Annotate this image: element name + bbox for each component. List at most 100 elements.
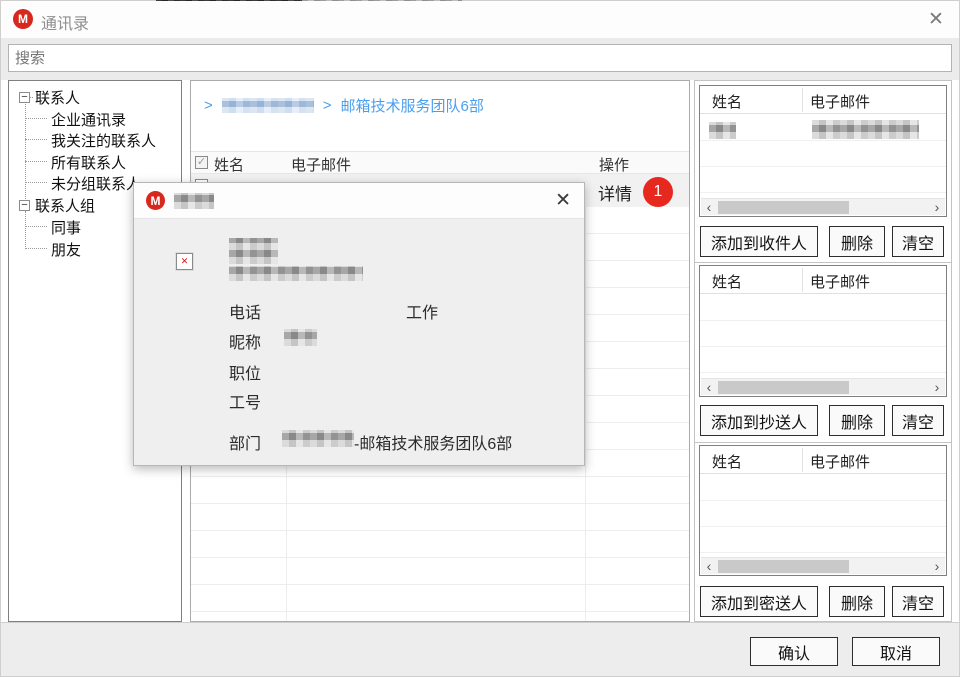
sidebar-item-label: 我关注的联系人 — [51, 130, 156, 151]
scroll-right-icon[interactable]: › — [929, 558, 945, 574]
to-clear-button[interactable]: 清空 — [892, 226, 944, 257]
contact-email-redacted — [229, 266, 363, 281]
cc-list-rows — [700, 295, 946, 378]
to-list-rows — [700, 115, 946, 198]
title-bar: M 通讯录 ✕ — [1, 1, 959, 38]
bcc-list-scrollbar[interactable]: ‹ › — [701, 557, 945, 574]
search-input[interactable] — [8, 44, 952, 72]
recipient-name-redacted — [709, 122, 736, 139]
tree-connector — [25, 211, 26, 249]
sidebar-item-label: 联系人组 — [35, 195, 95, 216]
sidebar-item-label: 企业通讯录 — [51, 109, 126, 130]
field-label-department: 部门 — [229, 430, 261, 454]
cc-list-header: 姓名 电子邮件 — [700, 266, 946, 294]
app-logo-icon: M — [13, 9, 33, 29]
breadcrumb-item-team[interactable]: 邮箱技术服务团队6部 — [341, 95, 484, 116]
cc-clear-button[interactable]: 清空 — [892, 405, 944, 436]
window-title: 通讯录 — [41, 10, 89, 34]
cancel-button[interactable]: 取消 — [852, 637, 940, 666]
add-to-cc-button[interactable]: 添加到抄送人 — [700, 405, 818, 436]
sidebar-item-all-contacts[interactable]: 所有联系人 — [51, 152, 126, 172]
tree-connector — [25, 161, 47, 162]
column-header-email: 电子邮件 — [810, 271, 870, 292]
section-divider — [695, 262, 951, 263]
add-to-bcc-button[interactable]: 添加到密送人 — [700, 586, 818, 617]
column-header-name: 姓名 — [712, 451, 742, 472]
recipient-email-redacted — [812, 120, 919, 139]
dialog-title-bar: M ✕ — [134, 183, 584, 219]
search-band — [1, 38, 959, 80]
column-divider — [802, 88, 803, 112]
confirm-button[interactable]: 确认 — [750, 637, 838, 666]
select-all-checkbox[interactable]: ✓ — [195, 156, 208, 169]
expander-minus-icon[interactable]: − — [19, 200, 30, 211]
scroll-right-icon[interactable]: › — [929, 379, 945, 395]
tree-connector — [25, 101, 26, 203]
bcc-list-rows — [700, 475, 946, 557]
cc-list: 姓名 电子邮件 ‹ › — [699, 265, 947, 397]
cc-delete-button[interactable]: 删除 — [829, 405, 885, 436]
table-header: ✓ 姓名 电子邮件 操作 — [191, 151, 689, 174]
scrollbar-thumb[interactable] — [718, 201, 849, 214]
to-list-scrollbar[interactable]: ‹ › — [701, 198, 945, 215]
dialog-close-icon[interactable]: ✕ — [555, 191, 571, 210]
field-label-employee-id: 工号 — [229, 389, 261, 413]
cc-list-scrollbar[interactable]: ‹ › — [701, 378, 945, 395]
sidebar-item-label: 联系人 — [35, 87, 80, 108]
scroll-left-icon[interactable]: ‹ — [701, 558, 717, 574]
window-close-icon[interactable]: ✕ — [928, 10, 944, 29]
sidebar-item-friends[interactable]: 朋友 — [51, 239, 81, 259]
sidebar-item-contacts[interactable]: − 联系人 — [19, 87, 80, 107]
department-value-suffix: -邮箱技术服务团队6部 — [354, 430, 512, 454]
sidebar-item-label: 未分组联系人 — [51, 173, 141, 194]
bcc-list: 姓名 电子邮件 ‹ › — [699, 445, 947, 576]
bcc-clear-button[interactable]: 清空 — [892, 586, 944, 617]
to-delete-button[interactable]: 删除 — [829, 226, 885, 257]
contact-detail-dialog: M ✕ ✕ 电话 工作 昵称 职位 工号 部门 -邮箱技术服务团队6部 — [133, 182, 585, 466]
scrollbar-thumb[interactable] — [718, 560, 849, 573]
nickname-value-redacted — [284, 329, 317, 346]
breadcrumb-item-redacted[interactable] — [222, 98, 314, 113]
expander-minus-icon[interactable]: − — [19, 92, 30, 103]
bcc-delete-button[interactable]: 删除 — [829, 586, 885, 617]
tree-connector — [25, 139, 47, 140]
sidebar-item-followed-contacts[interactable]: 我关注的联系人 — [51, 130, 156, 150]
to-list: 姓名 电子邮件 ‹ › — [699, 85, 947, 217]
sidebar-item-label: 朋友 — [51, 239, 81, 260]
recipients-panel: 姓名 电子邮件 ‹ › 添加到收件人 删除 清空 姓名 电子邮件 ‹ › 添加到… — [694, 80, 952, 622]
sidebar-item-contact-groups[interactable]: − 联系人组 — [19, 195, 95, 215]
to-list-header: 姓名 电子邮件 — [700, 86, 946, 114]
column-divider — [585, 207, 586, 621]
scroll-right-icon[interactable]: › — [929, 199, 945, 215]
sidebar-item-colleagues[interactable]: 同事 — [51, 217, 81, 237]
column-header-name: 姓名 — [712, 271, 742, 292]
detail-link[interactable]: 详情 — [598, 180, 632, 205]
department-prefix-redacted — [282, 430, 354, 447]
scroll-left-icon[interactable]: ‹ — [701, 199, 717, 215]
column-header-name: 姓名 — [214, 154, 244, 175]
breadcrumb: > > 邮箱技术服务团队6部 — [204, 95, 484, 116]
tree-connector — [25, 248, 47, 249]
column-header-action: 操作 — [599, 154, 629, 175]
sidebar-item-label: 所有联系人 — [51, 152, 126, 173]
column-header-email: 电子邮件 — [810, 91, 870, 112]
notification-badge: 1 — [643, 177, 673, 207]
dialog-title-redacted — [174, 193, 214, 209]
column-header-email: 电子邮件 — [810, 451, 870, 472]
broken-avatar-icon: ✕ — [176, 253, 193, 270]
field-label-phone: 电话 — [229, 299, 261, 323]
field-label-work: 工作 — [406, 299, 438, 323]
field-label-position: 职位 — [229, 360, 261, 384]
tree-connector — [25, 118, 47, 119]
footer-bar: 确认 取消 — [1, 622, 959, 676]
column-header-email: 电子邮件 — [291, 154, 351, 175]
breadcrumb-separator: > — [323, 97, 332, 114]
scrollbar-thumb[interactable] — [718, 381, 849, 394]
column-divider — [802, 448, 803, 472]
sidebar-item-ungrouped-contacts[interactable]: 未分组联系人 — [51, 173, 141, 193]
app-logo-icon: M — [146, 191, 165, 210]
add-to-recipients-button[interactable]: 添加到收件人 — [700, 226, 818, 257]
section-divider — [695, 442, 951, 443]
scroll-left-icon[interactable]: ‹ — [701, 379, 717, 395]
sidebar-item-enterprise-directory[interactable]: 企业通讯录 — [51, 109, 126, 129]
